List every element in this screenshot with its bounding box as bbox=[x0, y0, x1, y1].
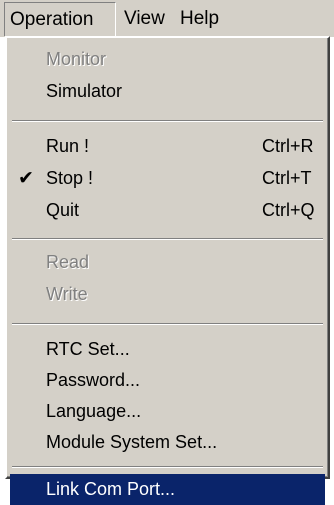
menu-item-label: Simulator bbox=[46, 81, 123, 101]
menu-separator bbox=[12, 323, 323, 325]
menu-item-stop[interactable]: ✔ Stop ! Ctrl+T bbox=[10, 163, 325, 194]
menu-item-quit[interactable]: Quit Ctrl+Q bbox=[10, 195, 325, 226]
menu-item-run[interactable]: Run ! Ctrl+R bbox=[10, 131, 325, 162]
menu-item-password[interactable]: Password... bbox=[10, 365, 325, 396]
menu-item-label: Password... bbox=[46, 370, 141, 390]
menu-help[interactable]: Help bbox=[177, 2, 219, 36]
menu-operation[interactable]: Operation bbox=[4, 2, 116, 36]
menu-item-module-system-set[interactable]: Module System Set... bbox=[10, 427, 325, 458]
menu-item-label: Read bbox=[46, 252, 90, 272]
menu-separator bbox=[12, 120, 323, 122]
menu-item-language[interactable]: Language... bbox=[10, 396, 325, 427]
menu-item-monitor: Monitor bbox=[10, 44, 325, 75]
menu-item-label: RTC Set... bbox=[46, 339, 130, 359]
menu-item-label: Stop ! bbox=[46, 168, 94, 188]
menu-bar: Operation View Help bbox=[0, 0, 334, 37]
menu-item-shortcut: Ctrl+R bbox=[262, 136, 314, 156]
menu-item-label: Run ! bbox=[46, 136, 90, 156]
menu-item-rtc-set[interactable]: RTC Set... bbox=[10, 334, 325, 365]
menu-item-label: Write bbox=[46, 284, 88, 304]
menu-item-label: Monitor bbox=[46, 49, 107, 69]
menu-item-label: Quit bbox=[46, 200, 80, 220]
menu-item-shortcut: Ctrl+Q bbox=[262, 200, 315, 220]
menu-view[interactable]: View bbox=[121, 2, 165, 36]
menu-separator bbox=[12, 466, 323, 468]
menu-item-label: Module System Set... bbox=[46, 432, 218, 452]
menu-item-write: Write bbox=[10, 279, 325, 310]
menu-item-read-row: Read bbox=[10, 247, 325, 278]
checkmark-icon: ✔ bbox=[18, 168, 34, 189]
menu-item-label: Language... bbox=[46, 401, 142, 421]
menu-item-shortcut: Ctrl+T bbox=[262, 168, 312, 188]
menu-item-simulator[interactable]: Simulator bbox=[10, 76, 325, 107]
operation-dropdown: Monitor Simulator Run ! Ctrl+R ✔ Stop ! … bbox=[5, 36, 330, 505]
